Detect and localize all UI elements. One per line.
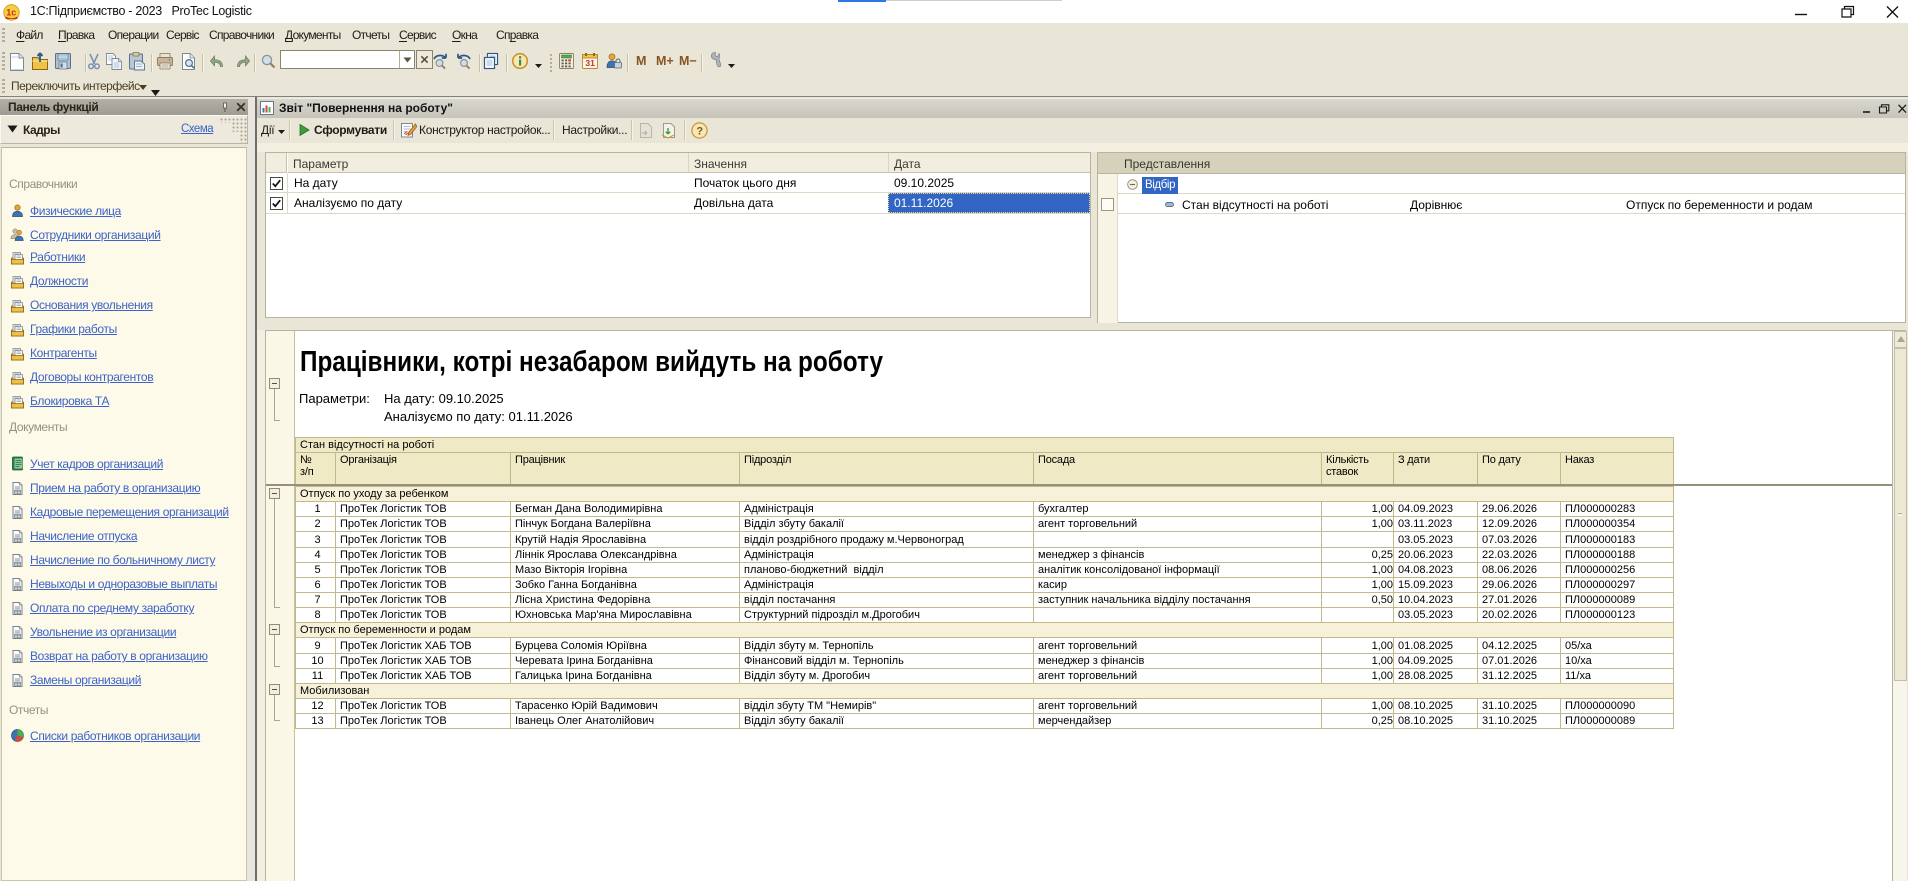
svg-text:1с: 1с [6, 8, 16, 18]
svg-text:M−: M− [679, 54, 697, 68]
svg-text:M+: M+ [656, 54, 674, 68]
svg-text:?: ? [696, 125, 703, 137]
svg-text:31: 31 [585, 58, 595, 68]
svg-text:M: M [636, 54, 646, 68]
